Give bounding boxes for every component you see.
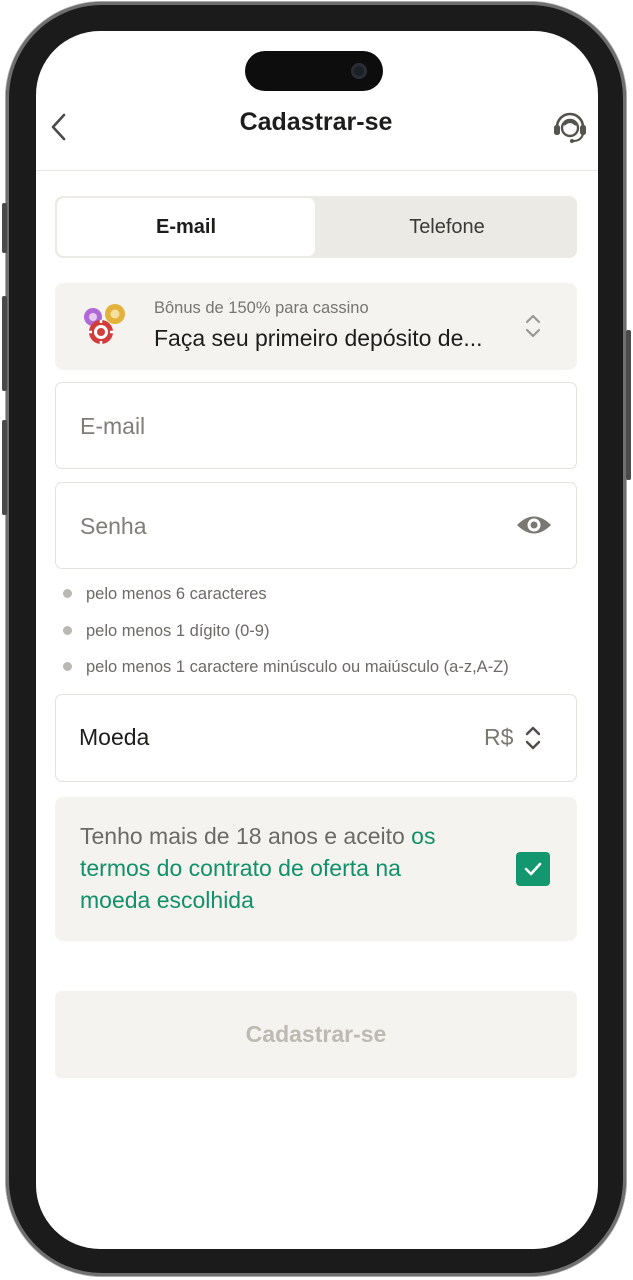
email-placeholder: E-mail <box>80 413 146 439</box>
chevron-left-icon <box>51 113 66 141</box>
tabs: E-mail Telefone <box>55 196 577 258</box>
submit-button[interactable]: Cadastrar-se <box>55 991 577 1078</box>
email-field[interactable]: E-mail <box>55 382 577 469</box>
terms-line-1: Tenho mais de 18 anos e aceito os <box>80 820 490 852</box>
side-button-volume-down <box>2 420 7 515</box>
terms-label: Tenho mais de 18 anos e aceito <box>80 823 405 849</box>
checkmark-icon <box>524 862 542 876</box>
bonus-subtitle: Bônus de 150% para cassino <box>154 299 369 317</box>
password-field[interactable]: Senha <box>55 482 577 569</box>
password-rule: pelo menos 1 dígito (0-9) <box>86 622 270 640</box>
bonus-selector[interactable]: Bônus de 150% para cassino Faça seu prim… <box>55 283 577 370</box>
dynamic-island <box>245 51 383 91</box>
page-title: Cadastrar-se <box>239 108 393 136</box>
tab-email[interactable]: E-mail <box>57 198 315 256</box>
header-divider <box>36 170 598 171</box>
currency-label: Moeda <box>79 724 150 750</box>
support-button[interactable] <box>550 106 590 146</box>
camera-icon <box>351 63 367 79</box>
terms-checkbox[interactable] <box>516 852 550 886</box>
side-button-volume-up <box>2 296 7 391</box>
password-rule: pelo menos 6 caracteres <box>86 585 267 603</box>
chevron-updown-icon <box>525 314 541 338</box>
terms-text: Tenho mais de 18 anos e aceito os termos… <box>80 820 490 916</box>
eye-icon[interactable] <box>515 512 553 538</box>
currency-selector[interactable]: Moeda R$ <box>55 694 577 782</box>
password-placeholder: Senha <box>80 513 147 539</box>
password-rule: pelo menos 1 caractere minúsculo ou maiú… <box>86 658 509 676</box>
side-button-mute <box>2 203 7 253</box>
headset-support-icon <box>554 112 586 143</box>
chevron-updown-icon <box>525 726 541 750</box>
terms-link[interactable]: moeda escolhida <box>80 884 490 916</box>
rule-bullet <box>63 662 72 671</box>
bonus-title: Faça seu primeiro depósito de... <box>154 325 483 351</box>
currency-value: R$ <box>484 724 514 750</box>
rule-bullet <box>63 589 72 598</box>
side-button-power <box>626 330 631 480</box>
casino-chips-icon <box>84 304 125 344</box>
tab-telefone[interactable]: Telefone <box>317 196 577 258</box>
terms-link[interactable]: os <box>411 823 435 849</box>
back-button[interactable] <box>44 110 76 144</box>
rule-bullet <box>63 626 72 635</box>
terms-link[interactable]: termos do contrato de oferta na <box>80 852 490 884</box>
